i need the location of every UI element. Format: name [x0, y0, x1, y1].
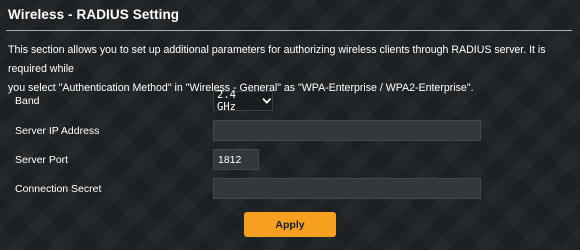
server-ip-input[interactable]: [213, 120, 481, 141]
server-port-label: Server Port: [15, 154, 69, 166]
radius-settings-panel: Wireless - RADIUS Setting This section a…: [0, 0, 580, 250]
apply-button[interactable]: Apply: [244, 212, 336, 237]
section-description: This section allows you to set up additi…: [8, 41, 576, 98]
chevron-down-icon: [262, 98, 272, 104]
description-line-2: you select "Authentication Method" in "W…: [8, 82, 474, 94]
title-divider: [6, 30, 572, 31]
band-select[interactable]: 2.4 GHz: [213, 89, 273, 113]
band-selected-value: 2.4 GHz: [217, 89, 236, 113]
server-port-input[interactable]: [213, 149, 259, 170]
page-title: Wireless - RADIUS Setting: [8, 7, 180, 22]
connection-secret-input[interactable]: [213, 178, 481, 199]
description-line-1: This section allows you to set up additi…: [8, 44, 546, 75]
connection-secret-label: Connection Secret: [15, 183, 102, 195]
band-label: Band: [15, 95, 40, 107]
server-ip-label: Server IP Address: [15, 125, 100, 137]
